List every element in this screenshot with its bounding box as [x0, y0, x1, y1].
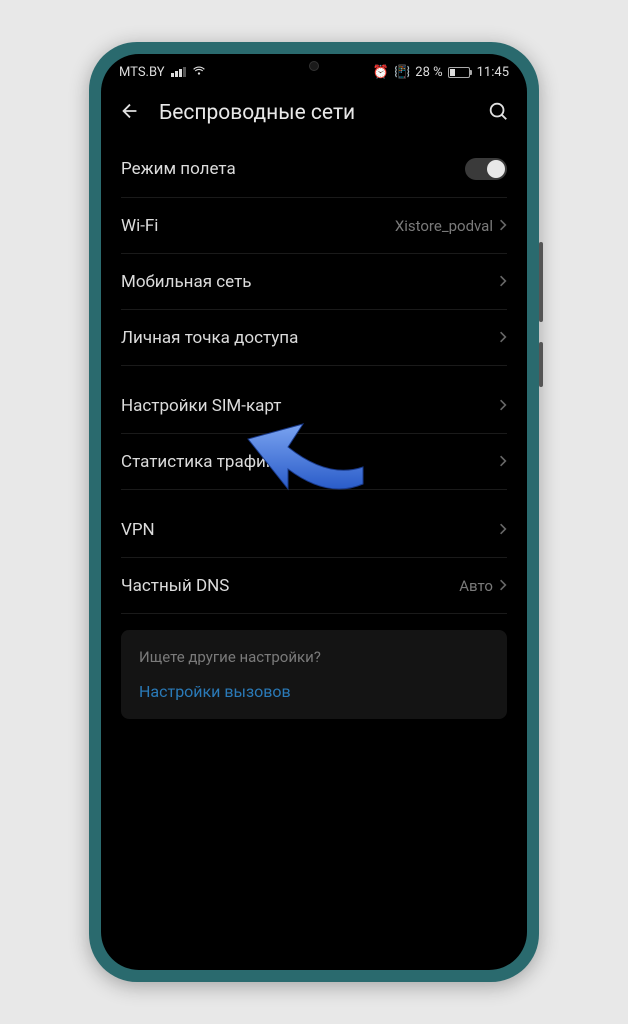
chevron-right-icon	[499, 521, 507, 540]
screen: MTS.BY ⏰ 📳 28 % 11:45 Беспро	[101, 54, 527, 970]
vpn-label: VPN	[121, 520, 155, 540]
notch	[274, 54, 354, 78]
power-button	[539, 342, 543, 387]
private-dns-row[interactable]: Частный DNS Авто	[101, 558, 527, 614]
chevron-right-icon	[499, 273, 507, 292]
back-button[interactable]	[119, 100, 141, 126]
chevron-right-icon	[499, 577, 507, 596]
hint-title: Ищете другие настройки?	[139, 648, 489, 666]
dns-label: Частный DNS	[121, 576, 229, 596]
front-camera	[309, 61, 319, 71]
battery-percent: 28 %	[415, 65, 442, 80]
wifi-row[interactable]: Wi-Fi Xistore_podval	[101, 198, 527, 254]
airplane-mode-row[interactable]: Режим полета	[101, 140, 527, 198]
hotspot-label: Личная точка доступа	[121, 328, 298, 348]
hint-box: Ищете другие настройки? Настройки вызово…	[121, 630, 507, 719]
sim-settings-row[interactable]: Настройки SIM-карт	[101, 378, 527, 434]
sim-label: Настройки SIM-карт	[121, 396, 281, 416]
chevron-right-icon	[499, 329, 507, 348]
airplane-toggle[interactable]	[465, 158, 507, 180]
alarm-icon: ⏰	[373, 65, 389, 80]
airplane-label: Режим полета	[121, 159, 236, 179]
wifi-icon	[192, 63, 206, 81]
vpn-row[interactable]: VPN	[101, 502, 527, 558]
hotspot-row[interactable]: Личная точка доступа	[101, 310, 527, 366]
volume-button	[539, 242, 543, 322]
chevron-right-icon	[499, 397, 507, 416]
battery-icon	[448, 67, 472, 78]
wifi-value: Xistore_podval	[395, 217, 493, 235]
mobile-label: Мобильная сеть	[121, 272, 252, 292]
phone-frame: MTS.BY ⏰ 📳 28 % 11:45 Беспро	[89, 42, 539, 982]
dns-value: Авто	[459, 577, 493, 595]
hint-link[interactable]: Настройки вызовов	[139, 682, 489, 701]
traffic-stats-row[interactable]: Статистика трафика	[101, 434, 527, 490]
mobile-network-row[interactable]: Мобильная сеть	[101, 254, 527, 310]
page-title: Беспроводные сети	[159, 101, 469, 125]
app-header: Беспроводные сети	[101, 86, 527, 140]
search-button[interactable]	[487, 100, 509, 126]
chevron-right-icon	[499, 217, 507, 236]
traffic-label: Статистика трафика	[121, 452, 284, 472]
signal-icon	[171, 67, 186, 77]
clock: 11:45	[477, 65, 509, 80]
chevron-right-icon	[499, 453, 507, 472]
vibrate-icon: 📳	[394, 65, 410, 80]
wifi-label: Wi-Fi	[121, 216, 158, 236]
carrier-label: MTS.BY	[119, 65, 165, 80]
